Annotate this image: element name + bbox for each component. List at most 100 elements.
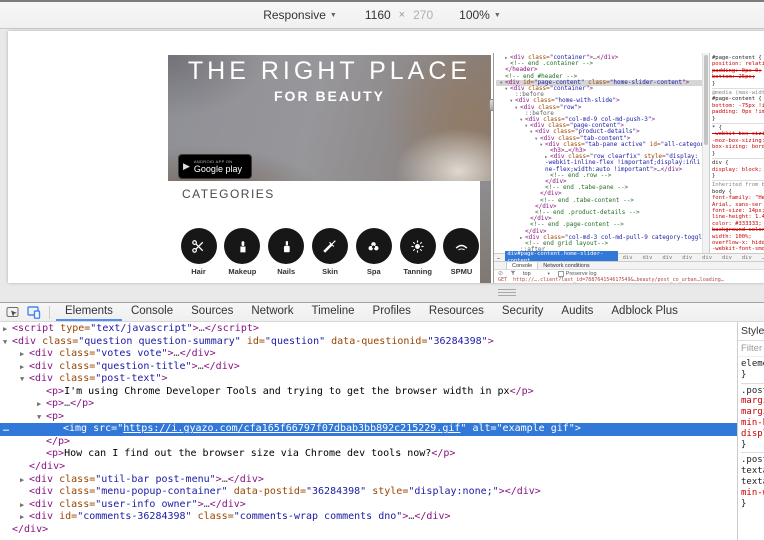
dom-node-row[interactable]: ▶ <div class="user-info owner">…</div>	[0, 499, 737, 512]
dom-node-row[interactable]: ▶ <div id="comments-36284398" class="comm…	[0, 511, 737, 524]
devtools-panel: Elements Console Sources Network Timeline Pro…	[0, 302, 764, 540]
zoom-select[interactable]: 100% ▼	[459, 8, 501, 22]
style-rule-line[interactable]: }	[741, 499, 764, 510]
inspect-element-icon[interactable]	[6, 306, 20, 319]
clear-console-icon: ⊘	[498, 270, 504, 277]
style-rule-line: }	[712, 150, 716, 157]
category-skin[interactable]: Skin	[309, 228, 350, 276]
tab-resources[interactable]: Resources	[420, 303, 493, 321]
viewport-resize-grip[interactable]	[498, 289, 516, 298]
style-rule-line: @media (max-width:	[712, 88, 764, 96]
device-type-select[interactable]: Responsive ▼	[263, 8, 337, 22]
dom-node-row[interactable]: ▶ <div class="util-bar post-menu">…</div>	[0, 474, 737, 487]
category-label: Spa	[366, 267, 381, 276]
device-mode-stage: THE RIGHT PLACE FOR BEAUTY ▶ ANDROID APP…	[0, 29, 764, 302]
dom-node-row[interactable]: ▶ <div class="question-title">…</div>	[0, 361, 737, 374]
style-rule-line[interactable]: .post-text,	[741, 452, 764, 466]
preserve-log-checkbox: Preserve log	[557, 270, 597, 277]
style-rule-line: }	[712, 172, 716, 179]
expand-arrow-icon[interactable]: ▶	[20, 474, 29, 487]
expand-arrow-icon[interactable]: ▼	[3, 336, 12, 349]
selected-img-node-row[interactable]: … <img src="https://i.gyazo.com/cfa165f66…	[0, 423, 737, 436]
tab-network[interactable]: Network	[242, 303, 302, 321]
expand-arrow-icon[interactable]: ▼	[37, 411, 46, 424]
style-rule-line: line-height: 1.42	[712, 214, 764, 221]
style-rule-line[interactable]: display: block;	[741, 429, 764, 440]
viewport-height-input[interactable]: 270	[413, 8, 433, 22]
style-rule-line[interactable]: min-height: 20px;	[741, 418, 764, 429]
style-rule-line[interactable]: .post-text {	[741, 382, 764, 397]
dom-node-row[interactable]: ▼ <div class="post-text">	[0, 373, 737, 386]
viewport-width-input[interactable]: 1160	[365, 8, 391, 22]
tab-security[interactable]: Security	[493, 303, 553, 321]
category-spmu[interactable]: SPMU	[441, 228, 482, 276]
style-rule-line[interactable]: }	[741, 440, 764, 451]
dom-node-row[interactable]: <div class="menu-popup-container" data-p…	[0, 486, 737, 499]
dom-node-row[interactable]: </p>	[0, 436, 737, 449]
dom-node-row[interactable]: ▶ <p>…</p>	[0, 398, 737, 411]
tab-timeline[interactable]: Timeline	[303, 303, 364, 321]
device-mode-toolbar: Responsive ▼ 1160 × 270 100% ▼	[0, 2, 764, 29]
dom-node-row[interactable]: <p>I'm using Chrome Developer Tools and …	[0, 386, 737, 399]
dom-node-row[interactable]: ▼ <p>	[0, 411, 737, 424]
chevron-down-icon: ▼	[546, 271, 551, 276]
style-rule-line[interactable]: element.style {	[741, 359, 764, 370]
styles-filter-input[interactable]: Filter	[738, 341, 764, 357]
tab-elements[interactable]: Elements	[56, 303, 122, 321]
recorded-network-conditions-tab: Network conditions	[543, 263, 590, 269]
dom-node-row[interactable]: <p>How can I find out the browser size v…	[0, 448, 737, 461]
style-rule-line[interactable]: min-width: 0;	[741, 488, 764, 499]
toggle-device-toolbar-icon[interactable]	[27, 305, 41, 319]
elements-tree: ▶ <script type="text/javascript">…</scrip…	[0, 322, 737, 540]
flower-icon	[355, 228, 392, 264]
recorded-elements-tree: ▶ <div class="container">…</div> <!-- end …	[494, 53, 702, 253]
category-spa[interactable]: Spa	[353, 228, 394, 276]
style-rule-line[interactable]: textarea,	[741, 477, 764, 488]
chevron-down-icon: ▼	[493, 11, 501, 19]
category-tanning[interactable]: Tanning	[397, 228, 438, 276]
tab-console[interactable]: Console	[122, 303, 182, 321]
google-play-badge[interactable]: ▶ ANDROID APP ON Google play	[178, 154, 252, 179]
style-rule-line[interactable]: margin-bottom: 1em;	[741, 396, 764, 407]
expand-arrow-icon[interactable]: ▶	[20, 361, 29, 374]
viewport-size: 1160 × 270	[365, 8, 433, 22]
tab-adblock-plus[interactable]: Adblock Plus	[602, 303, 686, 321]
category-hair[interactable]: Hair	[178, 228, 219, 276]
dom-node-row[interactable]: ▶ <script type="text/javascript">…</scrip…	[0, 323, 737, 336]
recorded-console-toolbar: ⊘ top ▼ Preserve log	[494, 269, 764, 277]
expand-arrow-icon[interactable]: ▶	[20, 511, 29, 524]
tab-profiles[interactable]: Profiles	[364, 303, 420, 321]
emulated-page-viewport: THE RIGHT PLACE FOR BEAUTY ▶ ANDROID APP…	[8, 31, 764, 283]
style-rule-line[interactable]: margin-top: 0px;	[741, 407, 764, 418]
expand-arrow-icon[interactable]: ▼	[20, 373, 29, 386]
style-rule-line[interactable]: textarea.wmd-input,	[741, 466, 764, 477]
sun-icon	[399, 228, 436, 264]
badge-bottom-text: Google play	[193, 164, 242, 174]
dom-node-row: ▶ <div class="row clearfix" style="displa…	[545, 153, 701, 173]
style-rule-line: box-sizing: borde	[712, 144, 764, 151]
style-rule-line: -webkit-box-sizing	[712, 131, 764, 138]
dom-node-row[interactable]: </div>	[0, 524, 737, 537]
size-separator: ×	[398, 9, 406, 21]
category-makeup[interactable]: Makeup	[222, 228, 263, 276]
lipstick-icon	[224, 228, 261, 264]
category-nails[interactable]: Nails	[266, 228, 307, 276]
expand-arrow-icon[interactable]: ▶	[37, 398, 46, 411]
recorded-console-log-line: GET http://….client?last_id=788764154617…	[498, 277, 724, 283]
tab-audits[interactable]: Audits	[552, 303, 602, 321]
scissors-icon	[180, 228, 217, 264]
style-rule-line: div {	[712, 158, 764, 166]
style-rule-line: }	[712, 80, 716, 87]
expand-arrow-icon[interactable]: ▶	[20, 348, 29, 361]
expand-arrow-icon[interactable]: ▶	[20, 499, 29, 512]
expand-arrow-icon[interactable]: ▶	[3, 323, 12, 336]
dom-node-row[interactable]: ▶ <div class="votes vote">…</div>	[0, 348, 737, 361]
category-label: Hair	[191, 267, 206, 276]
tab-sources[interactable]: Sources	[182, 303, 242, 321]
style-rule-line: font-family: "Hel	[712, 195, 764, 202]
style-rule-line: Inherited from body	[712, 180, 764, 188]
style-rule-line[interactable]: }	[741, 370, 764, 381]
dom-node-row[interactable]: ▼ <div class="question question-summary" …	[0, 336, 737, 349]
dom-node-row[interactable]: </div>	[0, 461, 737, 474]
tab-styles[interactable]: Styles	[738, 322, 764, 341]
